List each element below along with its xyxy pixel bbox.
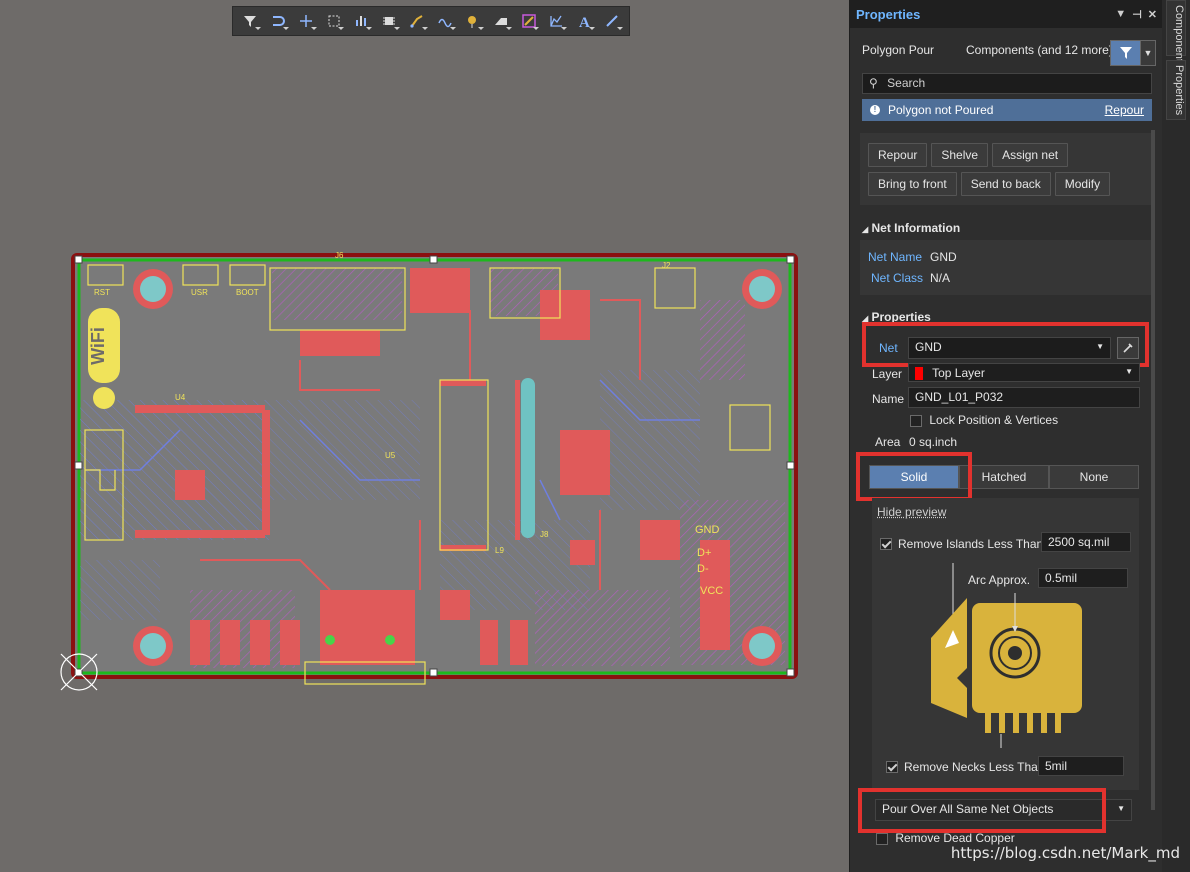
assign-net-button[interactable]: Assign net — [992, 143, 1069, 167]
object-type-row: Polygon Pour Components (and 12 more) ▼ — [850, 40, 1163, 66]
area-value: 0 sq.inch — [909, 435, 958, 449]
bring-to-front-button[interactable]: Bring to front — [868, 172, 957, 196]
net-class-value: N/A — [930, 271, 951, 285]
tab-components[interactable]: Components — [1166, 0, 1186, 67]
name-input-value: GND_L01_P032 — [915, 390, 1004, 404]
dplus-silk-label: D+ — [697, 547, 711, 559]
net-information-section: Net Name GND Net Class N/A — [860, 240, 1151, 295]
remove-necks-value: 5mil — [1045, 759, 1068, 773]
polygon-preview-graphic — [931, 563, 1082, 748]
filter-summary: Components (and 12 more) — [966, 43, 1113, 57]
lock-vertices-row[interactable]: Lock Position & Vertices — [910, 413, 1058, 427]
panel-scrollbar[interactable] — [1151, 130, 1155, 810]
filter-dropdown-icon[interactable]: ▼ — [1140, 40, 1156, 66]
area-label: Area — [875, 435, 901, 449]
panel-menu-icon[interactable]: ▼ — [1115, 8, 1126, 21]
layer-color-swatch — [915, 367, 923, 381]
net-highlight-box — [862, 322, 1149, 367]
actions-section: Repour Shelve Assign net Bring to front … — [860, 133, 1151, 205]
j6-silk-label: J6 — [335, 251, 344, 260]
watermark-text: https://blog.csdn.net/Mark_md — [950, 844, 1180, 862]
name-input[interactable]: GND_L01_P032 — [908, 387, 1140, 408]
pin-icon[interactable]: ⊣ — [1132, 8, 1142, 21]
layer-select[interactable]: Top Layer ▼ — [908, 363, 1140, 382]
remove-necks-label: Remove Necks Less Than — [904, 760, 1045, 774]
remove-islands-input[interactable]: 2500 sq.mil — [1041, 532, 1131, 552]
layer-select-value: Top Layer — [932, 366, 985, 380]
pcb-canvas[interactable]: A WiFi RST USR BOOT J6 J2 U4 U5 L9 J8 GN… — [0, 0, 849, 872]
j2-silk-label: J2 — [662, 261, 671, 270]
u4-silk-label: U4 — [175, 393, 186, 402]
collapse-icon: ◢ — [862, 225, 869, 234]
solid-highlight-box — [856, 452, 972, 501]
properties-panel: Properties ▼ ⊣ ✕ Polygon Pour Components… — [849, 0, 1163, 872]
tab-properties[interactable]: Properties — [1166, 60, 1186, 120]
object-type-label: Polygon Pour — [862, 43, 935, 57]
chevron-down-icon: ▼ — [1117, 804, 1125, 813]
modify-button[interactable]: Modify — [1054, 172, 1111, 196]
filter-button[interactable] — [1110, 40, 1142, 66]
fill-mode-hatched[interactable]: Hatched — [959, 465, 1049, 489]
rst-silk-label: RST — [94, 288, 110, 297]
remove-islands-value: 2500 sq.mil — [1048, 535, 1110, 549]
search-icon: ⚲ — [869, 76, 878, 90]
remove-dead-copper-row[interactable]: Remove Dead Copper — [876, 831, 1015, 845]
layer-label: Layer — [872, 367, 903, 381]
j8-silk-label: J8 — [540, 530, 549, 539]
alert-text: Polygon not Poured — [888, 103, 994, 117]
search-placeholder: Search — [887, 76, 926, 90]
vcc-silk-label: VCC — [700, 585, 723, 597]
filter-icon — [1120, 47, 1132, 59]
send-to-back-button[interactable]: Send to back — [960, 172, 1051, 196]
boot-silk-label: BOOT — [236, 288, 259, 297]
side-tab-strip: Components Properties — [1162, 0, 1190, 872]
net-class-label: Net Class — [871, 271, 924, 285]
fill-mode-none[interactable]: None — [1049, 465, 1139, 489]
u5-silk-label: U5 — [385, 451, 396, 460]
shelve-button[interactable]: Shelve — [931, 143, 989, 167]
repour-link[interactable]: Repour — [1105, 103, 1144, 117]
name-label: Name — [872, 392, 905, 406]
net-name-value: GND — [930, 250, 957, 264]
remove-necks-checkbox[interactable] — [886, 761, 898, 773]
remove-dead-copper-label: Remove Dead Copper — [895, 831, 1015, 845]
dminus-silk-label: D- — [697, 563, 709, 575]
preview-section: Hide preview Remove Islands Less Than 25… — [872, 498, 1139, 790]
hide-preview-link[interactable]: Hide preview — [877, 505, 946, 519]
usr-silk-label: USR — [191, 288, 208, 297]
remove-islands-checkbox[interactable] — [880, 538, 892, 550]
remove-islands-label: Remove Islands Less Than — [898, 537, 1044, 551]
wifi-silk-label: WiFi — [88, 327, 108, 365]
net-name-label: Net Name — [868, 250, 923, 264]
pcb-board[interactable]: WiFi RST USR BOOT J6 J2 U4 U5 L9 J8 GND … — [0, 0, 849, 872]
gnd-silk-label: GND — [695, 524, 720, 536]
net-information-header[interactable]: ◢ Net Information — [862, 221, 960, 235]
search-input[interactable]: ⚲ Search — [862, 73, 1152, 94]
lock-checkbox[interactable] — [910, 414, 922, 427]
l9-silk-label: L9 — [495, 546, 504, 555]
remove-dead-copper-checkbox[interactable] — [876, 832, 888, 845]
repour-button[interactable]: Repour — [868, 143, 928, 167]
remove-necks-input[interactable]: 5mil — [1038, 756, 1124, 776]
info-icon: ! — [870, 105, 880, 115]
alert-banner: ! Polygon not Poured Repour — [862, 99, 1152, 121]
close-icon[interactable]: ✕ — [1148, 8, 1157, 21]
lock-label: Lock Position & Vertices — [929, 413, 1059, 427]
panel-header: Properties ▼ ⊣ ✕ — [850, 0, 1163, 28]
pour-mode-highlight-box — [858, 788, 1106, 833]
chevron-down-icon: ▼ — [1125, 367, 1133, 376]
panel-title: Properties — [856, 6, 921, 22]
